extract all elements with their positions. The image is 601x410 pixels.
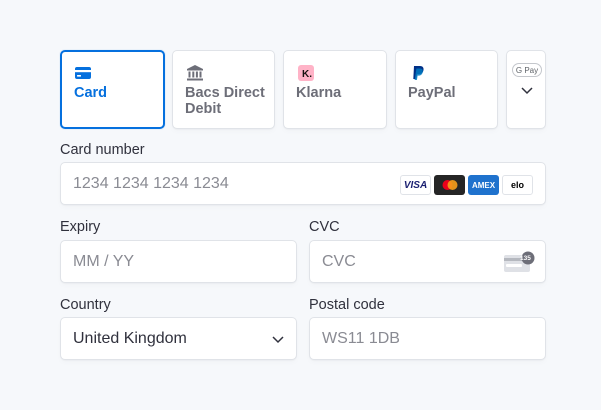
card-icon <box>75 67 91 79</box>
postal-code-label: Postal code <box>309 297 385 313</box>
postal-code-input[interactable]: WS11 1DB <box>309 317 546 360</box>
card-number-label: Card number <box>60 142 145 158</box>
tab-more[interactable]: G Pay <box>506 50 546 129</box>
country-select[interactable]: United Kingdom <box>60 317 297 360</box>
expiry-label: Expiry <box>60 219 101 235</box>
google-pay-label: G Pay <box>515 65 539 75</box>
postal-code-placeholder: WS11 1DB <box>322 330 400 347</box>
tab-label: Bacs Direct Debit <box>185 85 265 117</box>
bank-icon <box>187 65 203 81</box>
paypal-logo-icon <box>413 66 424 80</box>
chevron-down-icon <box>272 336 284 344</box>
tab-card[interactable]: Card <box>60 50 165 129</box>
klarna-logo-icon: K. <box>298 65 314 81</box>
tab-label: Klarna <box>296 85 342 101</box>
country-label: Country <box>60 297 111 313</box>
chevron-down-icon <box>521 87 533 95</box>
visa-logo-icon: VISA <box>400 175 431 195</box>
card-number-input[interactable]: 1234 1234 1234 1234 VISA AMEX elo <box>60 162 546 205</box>
tab-paypal[interactable]: PayPal <box>395 50 498 129</box>
expiry-input[interactable]: MM / YY <box>60 240 297 283</box>
google-pay-logo-icon: G Pay <box>512 63 542 77</box>
elo-logo-icon: elo <box>502 175 533 195</box>
svg-text:K.: K. <box>302 69 312 80</box>
cvc-input[interactable]: CVC 135 <box>309 240 546 283</box>
card-number-placeholder: 1234 1234 1234 1234 <box>73 175 229 192</box>
cvc-placeholder: CVC <box>322 253 356 270</box>
payment-method-tabs: Card Bacs Direct Debit K. Klarna PayPal … <box>60 50 546 129</box>
amex-logo-icon: AMEX <box>468 175 499 195</box>
country-value: United Kingdom <box>73 330 187 347</box>
tab-label: Card <box>74 85 108 101</box>
tab-bacs-direct-debit[interactable]: Bacs Direct Debit <box>172 50 275 129</box>
cvc-label: CVC <box>309 219 340 235</box>
cvc-badge: 135 <box>520 255 531 262</box>
tab-label: PayPal <box>408 85 456 101</box>
mastercard-logo-icon <box>434 175 465 195</box>
expiry-placeholder: MM / YY <box>73 253 135 270</box>
tab-klarna[interactable]: K. Klarna <box>283 50 387 129</box>
